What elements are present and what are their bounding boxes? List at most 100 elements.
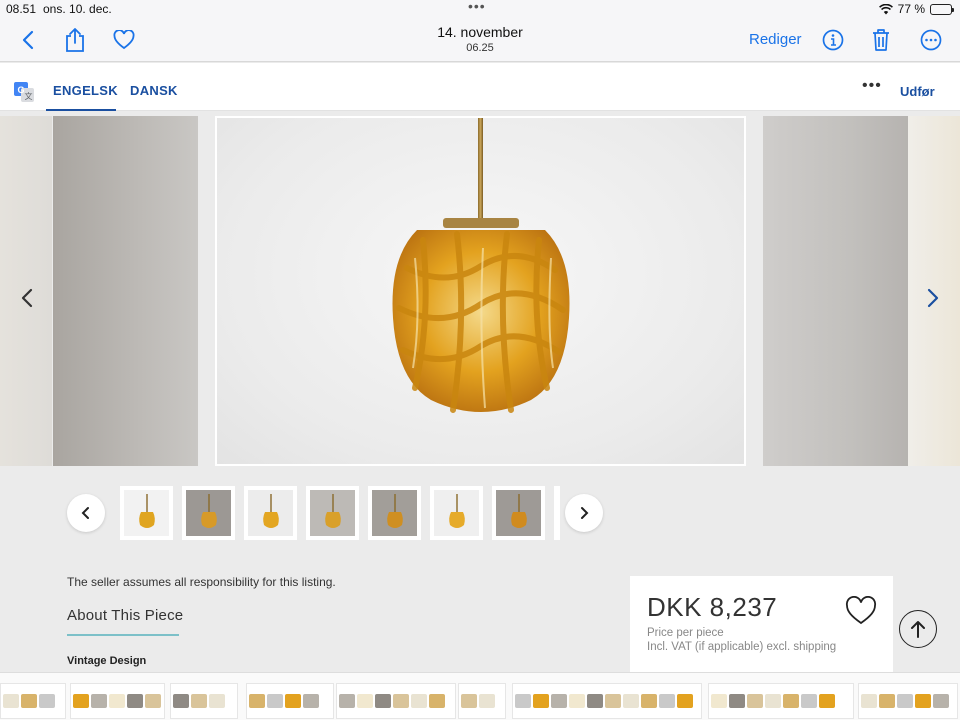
page-thumbnail[interactable]: [512, 683, 702, 719]
thumbnail-image: [186, 490, 231, 536]
thumbnail-strip: [0, 484, 960, 544]
page-thumbnail-swatch: [145, 694, 161, 708]
thumbnail-image: [434, 490, 479, 536]
page-thumbnail-swatch: [623, 694, 639, 708]
thumbnail-item[interactable]: [182, 486, 235, 540]
translate-done-button[interactable]: Udfør: [900, 84, 935, 99]
thumbnail-image: [248, 490, 293, 536]
page-thumbnail[interactable]: [858, 683, 958, 719]
page-thumbnail-swatch: [819, 694, 835, 708]
thumbnail-item[interactable]: [120, 486, 173, 540]
google-translate-icon: G 文: [14, 82, 34, 102]
wifi-icon: [878, 3, 893, 14]
arrow-up-icon: [911, 621, 925, 638]
page-thumbnail-swatch: [267, 694, 283, 708]
back-button[interactable]: [14, 26, 42, 54]
thumbs-next-button[interactable]: [565, 494, 603, 532]
page-thumbnail[interactable]: [336, 683, 456, 719]
about-heading[interactable]: About This Piece: [67, 607, 183, 624]
page-thumbnail[interactable]: [708, 683, 854, 719]
page-thumbnail-swatch: [861, 694, 877, 708]
more-circle-icon: [920, 29, 942, 51]
thumbnail-item[interactable]: [430, 486, 483, 540]
lamp-thumbnail-icon: [262, 494, 279, 528]
tab-english[interactable]: ENGELSK: [53, 83, 118, 98]
page-thumbnail-swatch: [39, 694, 55, 708]
photo-date: 14. november: [437, 24, 523, 40]
top-toolbar: 14. november 06.25 Rediger: [0, 18, 960, 62]
delete-button[interactable]: [867, 26, 895, 54]
carousel-slide-next[interactable]: [763, 116, 908, 466]
battery-percent: 77 %: [897, 2, 925, 16]
page-thumbnail-swatch: [801, 694, 817, 708]
thumbnail-item[interactable]: [244, 486, 297, 540]
page-thumbnail[interactable]: [0, 683, 66, 719]
carousel-slide-main[interactable]: [215, 116, 746, 466]
svg-text:文: 文: [25, 91, 33, 101]
more-options-button[interactable]: [917, 26, 945, 54]
thumbnail-partial: [554, 486, 560, 540]
heart-outline-icon: [845, 595, 877, 625]
page-thumbnail[interactable]: [170, 683, 238, 719]
page-thumbnail-swatch: [729, 694, 745, 708]
thumbnail-image: [124, 490, 169, 536]
page-thumbnail-swatch: [915, 694, 931, 708]
page-thumbnail-swatch: [765, 694, 781, 708]
status-date: ons. 10. dec.: [43, 2, 112, 16]
thumbnail-item[interactable]: [368, 486, 421, 540]
page-thumbnail-swatch: [641, 694, 657, 708]
price-per-piece: Price per piece: [647, 627, 724, 639]
page-thumbnail-swatch: [393, 694, 409, 708]
page-thumbnail[interactable]: [70, 683, 165, 719]
page-thumbnail-swatch: [109, 694, 125, 708]
multitasking-dots-icon[interactable]: •••: [468, 0, 486, 14]
share-icon: [66, 28, 84, 52]
page-thumbnail-swatch: [191, 694, 207, 708]
favorite-button[interactable]: [110, 26, 138, 54]
thumbnail-image: [372, 490, 417, 536]
thumbnail-item[interactable]: [306, 486, 359, 540]
chevron-right-icon: [927, 288, 939, 308]
page-thumbnail-swatch: [551, 694, 567, 708]
page-thumbnail-swatch: [587, 694, 603, 708]
page-thumbnail-swatch: [533, 694, 549, 708]
page-strip[interactable]: [0, 672, 960, 720]
page-thumbnail-swatch: [357, 694, 373, 708]
page-thumbnail-swatch: [933, 694, 949, 708]
page-thumbnail-swatch: [659, 694, 675, 708]
page-thumbnail-swatch: [879, 694, 895, 708]
page-thumbnail-swatch: [73, 694, 89, 708]
price-card: DKK 8,237 Price per piece Incl. VAT (if …: [630, 576, 893, 672]
thumbnail-image: [310, 490, 355, 536]
price-vat-note: Incl. VAT (if applicable) excl. shipping: [647, 641, 837, 653]
heart-outline-icon: [113, 30, 135, 50]
info-button[interactable]: [819, 26, 847, 54]
page-thumbnail-swatch: [429, 694, 445, 708]
chevron-right-icon: [581, 507, 589, 519]
save-favorite-button[interactable]: [845, 595, 877, 626]
translate-more-icon[interactable]: •••: [862, 77, 882, 95]
page-thumbnail[interactable]: [246, 683, 334, 719]
status-right: 77 %: [878, 2, 954, 16]
vintage-label: Vintage Design: [67, 655, 147, 667]
edit-button[interactable]: Rediger: [749, 31, 802, 48]
page-thumbnail[interactable]: [458, 683, 506, 719]
thumbs-prev-button[interactable]: [67, 494, 105, 532]
page-thumbnail-swatch: [285, 694, 301, 708]
chevron-left-icon: [22, 30, 34, 50]
carousel-slide-prev[interactable]: [53, 116, 198, 466]
price-amount: DKK 8,237: [647, 592, 778, 622]
carousel-prev-button[interactable]: [13, 284, 41, 312]
page-thumbnail-swatch: [783, 694, 799, 708]
page-thumbnail-swatch: [569, 694, 585, 708]
tab-danish[interactable]: DANSK: [130, 83, 178, 98]
thumbnail-item[interactable]: [492, 486, 545, 540]
scroll-to-top-button[interactable]: [899, 610, 937, 648]
page-thumbnail-swatch: [173, 694, 189, 708]
pendant-lamp-image: [392, 118, 570, 413]
carousel-next-button[interactable]: [919, 284, 947, 312]
page-thumbnail-swatch: [303, 694, 319, 708]
share-button[interactable]: [61, 26, 89, 54]
about-underline: [67, 634, 179, 636]
page-thumbnail-swatch: [747, 694, 763, 708]
